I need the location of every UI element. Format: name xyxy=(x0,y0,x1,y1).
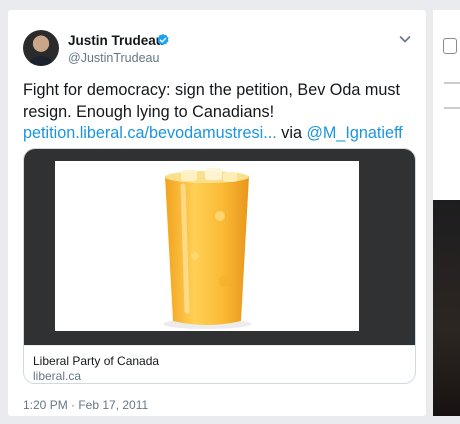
side-image xyxy=(433,200,460,416)
card-title: Liberal Party of Canada xyxy=(33,354,160,368)
chevron-down-icon[interactable] xyxy=(398,32,412,46)
author-handle[interactable]: @JustinTrudeau xyxy=(68,51,159,65)
side-icon xyxy=(443,38,457,54)
card-info[interactable]: Liberal Party of Canada liberal.ca xyxy=(24,345,415,383)
author-name[interactable]: Justin Trudeau xyxy=(68,33,164,48)
via-label: via xyxy=(281,124,302,142)
verified-badge-icon xyxy=(157,33,169,46)
card-media[interactable] xyxy=(24,149,415,345)
link-preview-card[interactable]: Liberal Party of Canada liberal.ca xyxy=(23,148,416,384)
adjacent-panel xyxy=(433,10,460,416)
tweet-text: Fight for democracy: sign the petition, … xyxy=(23,80,418,145)
tweet-timestamp[interactable]: 1:20 PM · Feb 17, 2011 xyxy=(23,398,148,412)
card-domain: liberal.ca xyxy=(33,369,82,383)
side-divider xyxy=(444,107,460,109)
petition-link[interactable]: petition.liberal.ca/bevodamustresi... xyxy=(23,124,277,142)
avatar[interactable] xyxy=(23,30,59,66)
orange-juice-image xyxy=(55,161,359,331)
tweet-body: Fight for democracy: sign the petition, … xyxy=(23,81,400,121)
side-divider xyxy=(444,82,460,84)
mention-link[interactable]: @M_Ignatieff xyxy=(306,124,402,142)
tweet-card[interactable]: Justin Trudeau @JustinTrudeau Fight for … xyxy=(8,10,426,416)
glass-of-orange-juice-icon xyxy=(163,168,251,329)
